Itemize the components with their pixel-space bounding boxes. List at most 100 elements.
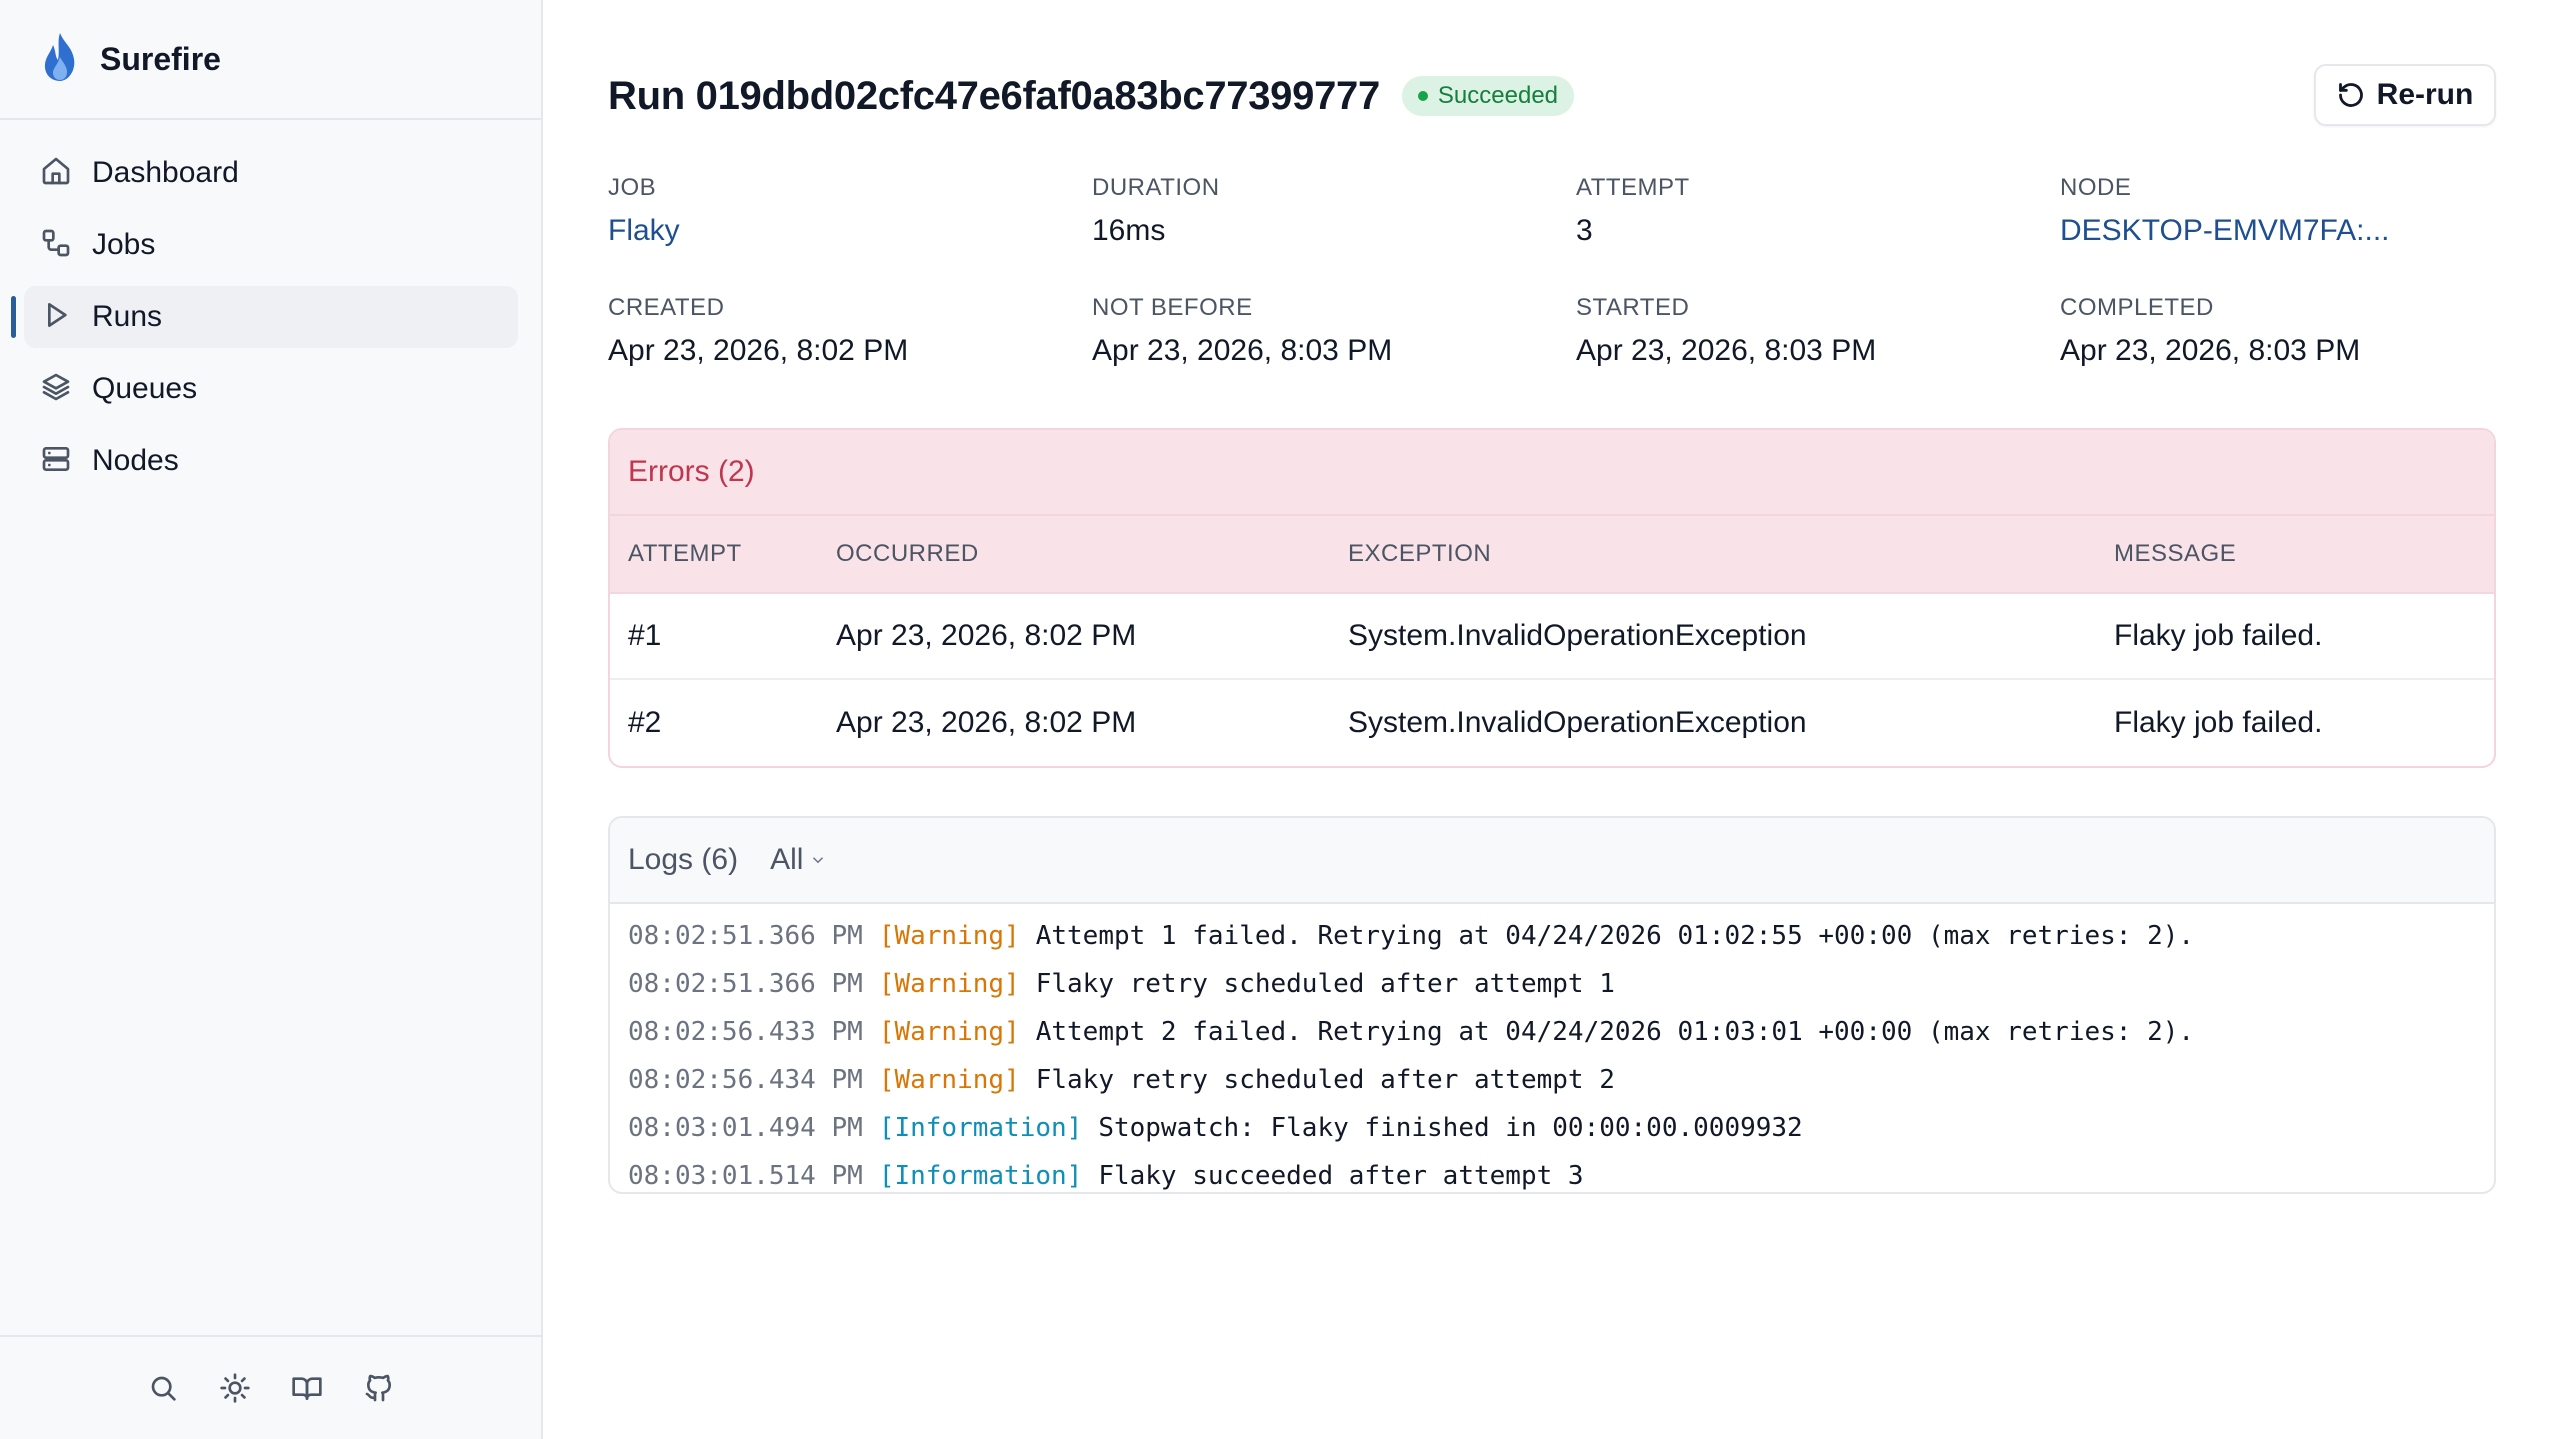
play-icon [40, 299, 72, 336]
log-message: Flaky retry scheduled after attempt 1 [1035, 969, 1615, 999]
log-filter-value: All [770, 843, 804, 876]
log-list: 08:02:51.366 PM [Warning] Attempt 1 failed… [610, 904, 2494, 1192]
sidebar-item-queues[interactable]: Queues [24, 358, 518, 420]
rerun-button[interactable]: Re-run [2314, 64, 2496, 126]
server-icon [40, 443, 72, 480]
sidebar-item-label: Queues [92, 372, 198, 405]
meta-label: JOB [608, 174, 657, 201]
meta-completed: COMPLETED Apr 23, 2026, 8:03 PM [2060, 294, 2496, 368]
search-icon[interactable] [147, 1372, 179, 1404]
meta-label: COMPLETED [2060, 294, 2214, 321]
logs-header: Logs (6) All [610, 818, 2494, 904]
cell-message: Flaky job failed. [2114, 706, 2323, 739]
sidebar: Surefire Dashboard Jobs Runs Queues Node… [0, 0, 543, 1439]
log-level: [Warning] [878, 921, 1020, 951]
meta-started: STARTED Apr 23, 2026, 8:03 PM [1576, 294, 2060, 368]
sidebar-item-label: Runs [92, 300, 163, 333]
column-header-attempt: ATTEMPT [628, 540, 742, 567]
log-line: 08:02:51.366 PM [Warning] Attempt 1 failed… [610, 912, 2494, 960]
table-row: #2 Apr 23, 2026, 8:02 PM System.InvalidO… [610, 680, 2494, 766]
meta-value: Apr 23, 2026, 8:03 PM [2060, 334, 2361, 367]
cell-attempt: #2 [628, 706, 662, 739]
errors-card: Errors (2) ATTEMPT OCCURRED EXCEPTION ME… [608, 428, 2496, 768]
cell-exception: System.InvalidOperationException [1348, 619, 1807, 652]
meta-node: NODE DESKTOP-EMVM7FA:... [2060, 174, 2496, 248]
log-level: [Warning] [878, 1017, 1020, 1047]
sun-icon[interactable] [219, 1372, 251, 1404]
sidebar-item-label: Jobs [92, 228, 156, 261]
meta-label: CREATED [608, 294, 725, 321]
book-icon[interactable] [291, 1372, 323, 1404]
meta-label: ATTEMPT [1576, 174, 1690, 201]
log-level: [Information] [878, 1113, 1083, 1143]
meta-label: NODE [2060, 174, 2132, 201]
page-title: Run 019dbd02cfc47e6faf0a83bc77399777 [608, 73, 1380, 118]
log-line: 08:03:01.494 PM [Information] Stopwatch: F… [610, 1104, 2494, 1152]
meta-job: JOB Flaky [608, 174, 1092, 248]
meta-label: DURATION [1092, 174, 1220, 201]
log-message: Attempt 2 failed. Retrying at 04/24/2026… [1035, 1017, 2195, 1047]
log-message: Flaky retry scheduled after attempt 2 [1035, 1065, 1615, 1095]
sidebar-item-nodes[interactable]: Nodes [24, 430, 518, 492]
meta-created: CREATED Apr 23, 2026, 8:02 PM [608, 294, 1092, 368]
meta-value: 3 [1576, 214, 1593, 247]
flame-logo-icon [38, 31, 82, 88]
log-line: 08:02:56.433 PM [Warning] Attempt 2 failed… [610, 1008, 2494, 1056]
status-label: Succeeded [1437, 82, 1559, 109]
cell-exception: System.InvalidOperationException [1348, 706, 1807, 739]
node-link[interactable]: DESKTOP-EMVM7FA:... [2060, 214, 2496, 248]
sidebar-item-label: Dashboard [92, 156, 239, 189]
cell-attempt: #1 [628, 619, 662, 652]
meta-value: Apr 23, 2026, 8:02 PM [608, 334, 909, 367]
status-dot [1417, 91, 1428, 101]
sidebar-item-label: Nodes [92, 444, 179, 477]
chevron-down-icon [813, 857, 824, 864]
column-header-exception: EXCEPTION [1348, 540, 1492, 567]
table-row: #1 Apr 23, 2026, 8:02 PM System.InvalidO… [610, 594, 2494, 680]
column-header-message: MESSAGE [2114, 540, 2237, 567]
meta-label: STARTED [1576, 294, 1690, 321]
log-level: [Warning] [878, 1065, 1020, 1095]
sidebar-footer [0, 1335, 541, 1439]
run-metadata: JOB Flaky DURATION 16ms ATTEMPT 3 NODE D… [608, 174, 2496, 368]
log-time: 08:03:01.514 PM [628, 1161, 863, 1191]
log-level: [Warning] [878, 969, 1020, 999]
meta-duration: DURATION 16ms [1092, 174, 1576, 248]
log-line: 08:02:56.434 PM [Warning] Flaky retry sche… [610, 1056, 2494, 1104]
sidebar-item-runs[interactable]: Runs [11, 286, 518, 348]
log-time: 08:02:51.366 PM [628, 921, 863, 951]
sidebar-item-jobs[interactable]: Jobs [24, 214, 518, 276]
meta-not-before: NOT BEFORE Apr 23, 2026, 8:03 PM [1092, 294, 1576, 368]
log-level: [Information] [878, 1161, 1083, 1191]
logs-title: Logs (6) [628, 843, 739, 876]
errors-title: Errors (2) [610, 430, 2494, 516]
log-line: 08:02:51.366 PM [Warning] Flaky retry sche… [610, 960, 2494, 1008]
jobs-icon [40, 227, 72, 264]
rerun-label: Re-run [2376, 78, 2474, 111]
log-time: 08:02:56.434 PM [628, 1065, 863, 1095]
column-header-occurred: OCCURRED [836, 540, 979, 567]
cell-occurred: Apr 23, 2026, 8:02 PM [836, 619, 1137, 652]
meta-value: Apr 23, 2026, 8:03 PM [1092, 334, 1393, 367]
github-icon[interactable] [363, 1372, 395, 1404]
app-name: Surefire [100, 40, 221, 77]
meta-value: 16ms [1092, 214, 1166, 247]
errors-table-header: ATTEMPT OCCURRED EXCEPTION MESSAGE [610, 516, 2494, 594]
logs-card: Logs (6) All 08:02:51.366 PM [Warning] Att… [608, 816, 2496, 1194]
log-level-filter[interactable]: All [770, 843, 827, 877]
log-line: 08:03:01.514 PM [Information] Flaky succee… [610, 1152, 2494, 1192]
log-time: 08:03:01.494 PM [628, 1113, 863, 1143]
cell-message: Flaky job failed. [2114, 619, 2323, 652]
job-link[interactable]: Flaky [608, 214, 1092, 248]
log-message: Stopwatch: Flaky finished in 00:00:00.00… [1098, 1113, 1803, 1143]
layers-icon [40, 371, 72, 408]
meta-label: NOT BEFORE [1092, 294, 1253, 321]
cell-occurred: Apr 23, 2026, 8:02 PM [836, 706, 1137, 739]
log-message: Attempt 1 failed. Retrying at 04/24/2026… [1035, 921, 2195, 951]
status-badge: Succeeded [1401, 76, 1575, 116]
brand[interactable]: Surefire [0, 0, 541, 120]
title-row: Run 019dbd02cfc47e6faf0a83bc77399777 Suc… [608, 64, 1575, 128]
sidebar-item-dashboard[interactable]: Dashboard [24, 142, 518, 204]
meta-attempt: ATTEMPT 3 [1576, 174, 2060, 248]
sidebar-nav: Dashboard Jobs Runs Queues Nodes [11, 142, 518, 502]
